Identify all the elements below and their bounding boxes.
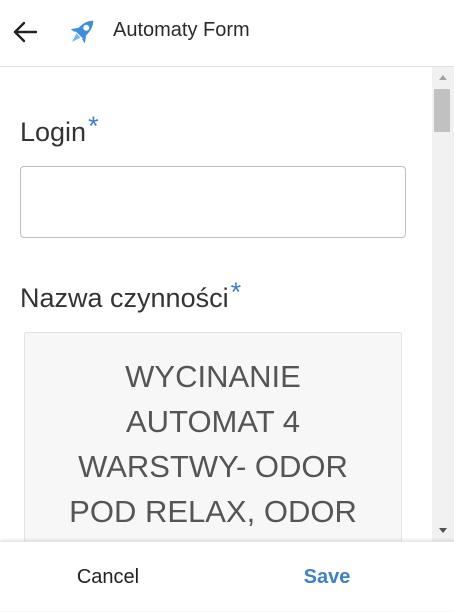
action-name-line: WYCINANIE	[125, 359, 301, 394]
action-name-line: AUTOMAT 4	[126, 404, 300, 439]
triangle-up-icon	[439, 75, 447, 80]
login-label: Login*	[20, 111, 99, 148]
action-name-label: Nazwa czynności*	[20, 277, 241, 314]
app-header: Automaty Form	[0, 0, 454, 67]
action-name-line: POD RELAX, ODOR	[69, 494, 357, 529]
rocket-icon	[70, 20, 94, 44]
app-logo	[64, 14, 100, 50]
action-name-line: WARSTWY- ODOR	[78, 449, 348, 484]
action-name-field[interactable]: WYCINANIE AUTOMAT 4 WARSTWY- ODOR POD RE…	[24, 332, 402, 541]
arrow-left-icon	[13, 21, 38, 43]
cancel-button[interactable]: Cancel	[0, 542, 216, 612]
required-marker: *	[88, 111, 99, 141]
required-marker: *	[230, 277, 242, 307]
form-footer: Cancel Save	[0, 541, 454, 611]
form-content[interactable]: Login* Nazwa czynności* WYCINANIE AUTOMA…	[0, 67, 432, 541]
scroll-down-button[interactable]	[432, 521, 454, 541]
vertical-scrollbar[interactable]	[432, 67, 454, 541]
page-title: Automaty Form	[113, 19, 250, 41]
login-input[interactable]	[20, 166, 406, 238]
save-button[interactable]: Save	[216, 542, 438, 612]
scroll-up-button[interactable]	[432, 67, 454, 87]
triangle-down-icon	[439, 528, 447, 533]
back-button[interactable]	[8, 14, 42, 50]
login-label-text: Login	[20, 117, 87, 147]
action-name-label-text: Nazwa czynności	[20, 283, 229, 313]
scroll-thumb[interactable]	[434, 89, 450, 132]
